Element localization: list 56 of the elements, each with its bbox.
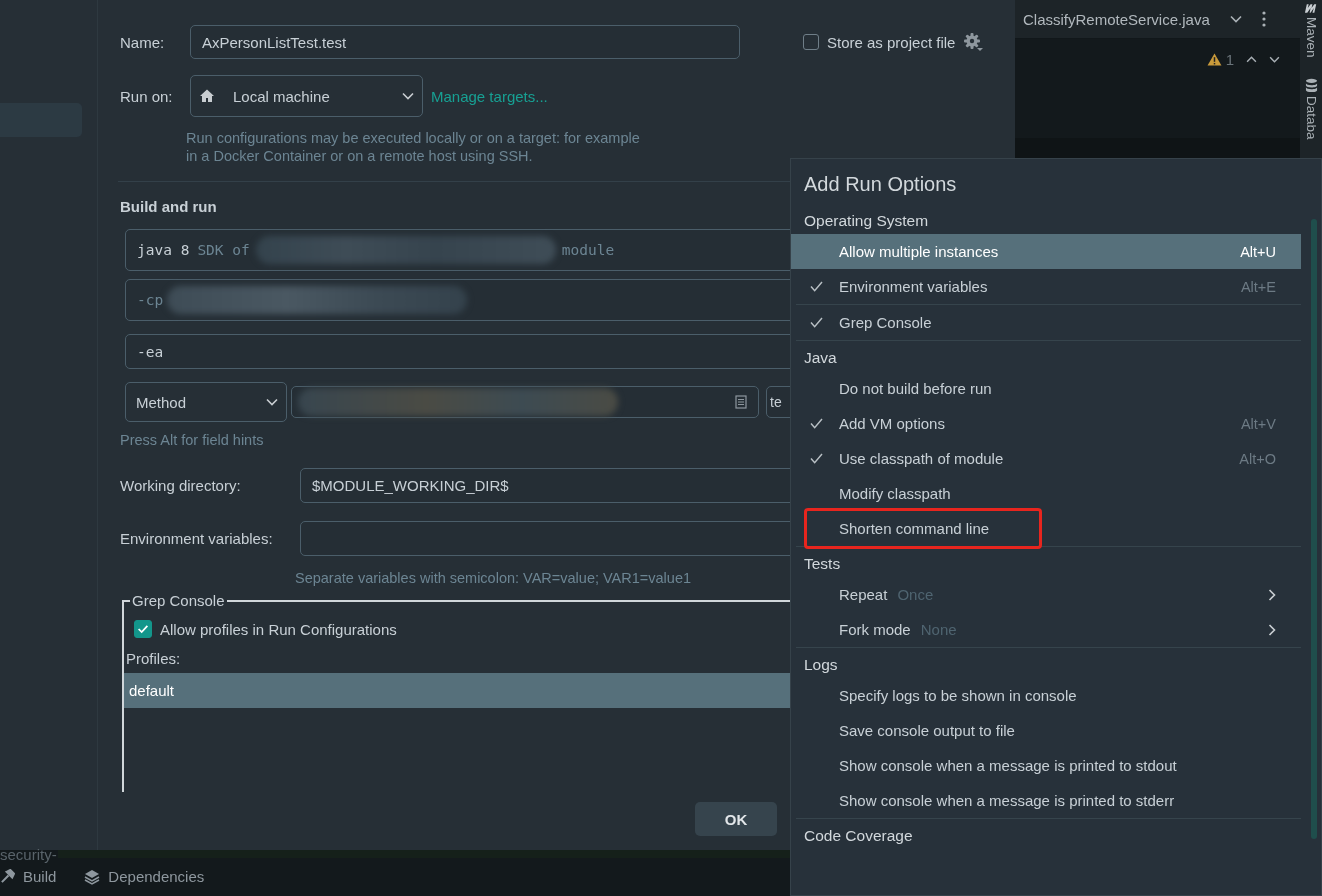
help-text: Press Alt for field hints bbox=[120, 432, 265, 448]
menu-item[interactable]: Save console output to file bbox=[791, 713, 1301, 748]
settings-icon[interactable] bbox=[963, 32, 984, 52]
chevron-up-icon[interactable] bbox=[1246, 56, 1257, 63]
popup-title: Add Run Options bbox=[804, 173, 958, 196]
section-header: Tests bbox=[804, 555, 842, 573]
chevron-down-icon bbox=[402, 92, 414, 100]
menu-item[interactable]: Allow multiple instances Alt+U bbox=[791, 234, 1301, 269]
tool-window-button[interactable]: Dependencies bbox=[84, 868, 205, 885]
sdk-hint: module bbox=[561, 242, 615, 258]
maven-icon[interactable] bbox=[1303, 2, 1319, 14]
chevron-down-icon[interactable] bbox=[1229, 15, 1242, 23]
sdk-hint: SDK of bbox=[197, 242, 250, 258]
chevron-down-icon bbox=[266, 398, 278, 406]
document-icon[interactable] bbox=[735, 395, 747, 409]
help-text: Run configurations may be executed locally or on a target: for example in a Docker Container or on a remote host using SSH. bbox=[186, 129, 641, 165]
warning-icon[interactable] bbox=[1206, 53, 1222, 66]
group-title: Grep Console bbox=[130, 592, 227, 610]
ok-button[interactable]: OK bbox=[695, 802, 777, 836]
layers-icon bbox=[84, 868, 101, 885]
code-text: security- bbox=[0, 846, 57, 864]
menu-item[interactable]: Show console when a message is printed to stdout bbox=[791, 748, 1301, 783]
field-label: Name: bbox=[120, 33, 166, 51]
manage-targets-link[interactable]: Manage targets... bbox=[431, 87, 548, 105]
tool-window-label[interactable]: Databa bbox=[1303, 95, 1319, 140]
field-label: Working directory: bbox=[120, 477, 242, 494]
scrollbar-thumb[interactable] bbox=[1311, 219, 1317, 839]
checkbox[interactable] bbox=[803, 34, 819, 50]
checkbox-label: Store as project file bbox=[827, 33, 956, 51]
help-text: Separate variables with semicolon: VAR=value; VAR1=value1 bbox=[295, 570, 692, 586]
database-icon[interactable] bbox=[1304, 77, 1318, 93]
hammer-icon bbox=[0, 869, 15, 884]
section-header: Logs bbox=[804, 656, 839, 674]
menu-item[interactable]: Show console when a message is printed to stderr bbox=[791, 783, 1301, 818]
classpath-hint: -cp bbox=[137, 292, 164, 308]
profiles-label: Profiles: bbox=[126, 650, 181, 667]
warning-count: 1 bbox=[1225, 51, 1234, 68]
sdk-value: java 8 bbox=[137, 242, 190, 258]
tool-window-label[interactable]: Maven bbox=[1303, 17, 1319, 58]
checkbox[interactable] bbox=[134, 620, 152, 638]
chevron-down-icon[interactable] bbox=[1269, 56, 1280, 63]
more-icon[interactable] bbox=[1261, 11, 1266, 27]
checkbox-label: Allow profiles in Run Configurations bbox=[160, 620, 397, 638]
section-header: Java bbox=[804, 349, 838, 367]
field-label: Run on: bbox=[120, 87, 174, 105]
run-on-dropdown[interactable]: Local machine bbox=[190, 75, 423, 117]
field-label: Environment variables: bbox=[120, 530, 274, 547]
home-icon bbox=[199, 88, 215, 104]
menu-item[interactable]: Shorten command line bbox=[791, 511, 1301, 546]
method-field[interactable] bbox=[291, 386, 759, 418]
tool-window-button[interactable]: Build bbox=[0, 868, 57, 885]
test-kind-dropdown[interactable]: Method bbox=[125, 382, 287, 422]
section-title: Build and run bbox=[120, 198, 218, 215]
name-field[interactable]: AxPersonListTest.test bbox=[190, 25, 740, 59]
section-header: Code Coverage bbox=[804, 827, 914, 845]
section-header: Operating System bbox=[804, 212, 930, 230]
